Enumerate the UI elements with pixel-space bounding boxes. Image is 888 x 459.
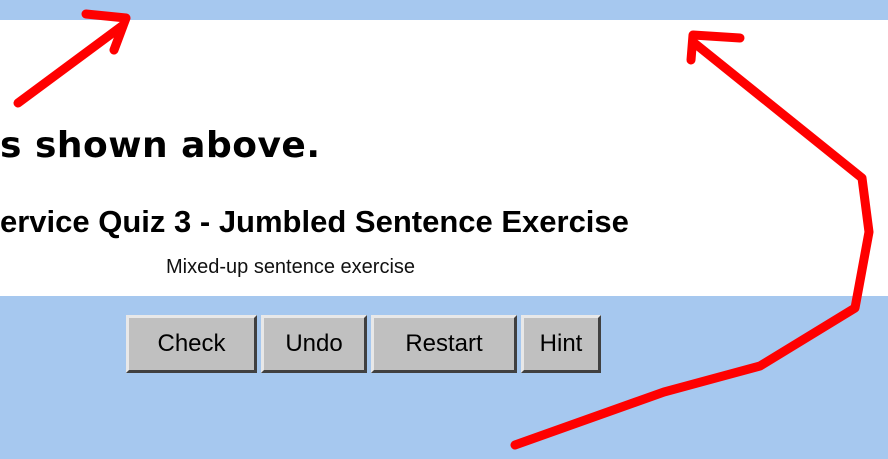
exercise-subtitle: Mixed-up sentence exercise bbox=[166, 256, 416, 278]
restart-button[interactable]: Restart bbox=[371, 315, 517, 373]
page: s shown above. ervice Quiz 3 - Jumbled S… bbox=[0, 0, 888, 459]
instruction-heading: s shown above. bbox=[0, 125, 321, 166]
quiz-title: ervice Quiz 3 - Jumbled Sentence Exercis… bbox=[0, 204, 629, 239]
check-button[interactable]: Check bbox=[126, 315, 257, 373]
top-band bbox=[0, 0, 888, 20]
hint-button[interactable]: Hint bbox=[521, 315, 601, 373]
exercise-button-bar: Check Undo Restart Hint bbox=[126, 315, 601, 373]
undo-button[interactable]: Undo bbox=[261, 315, 367, 373]
